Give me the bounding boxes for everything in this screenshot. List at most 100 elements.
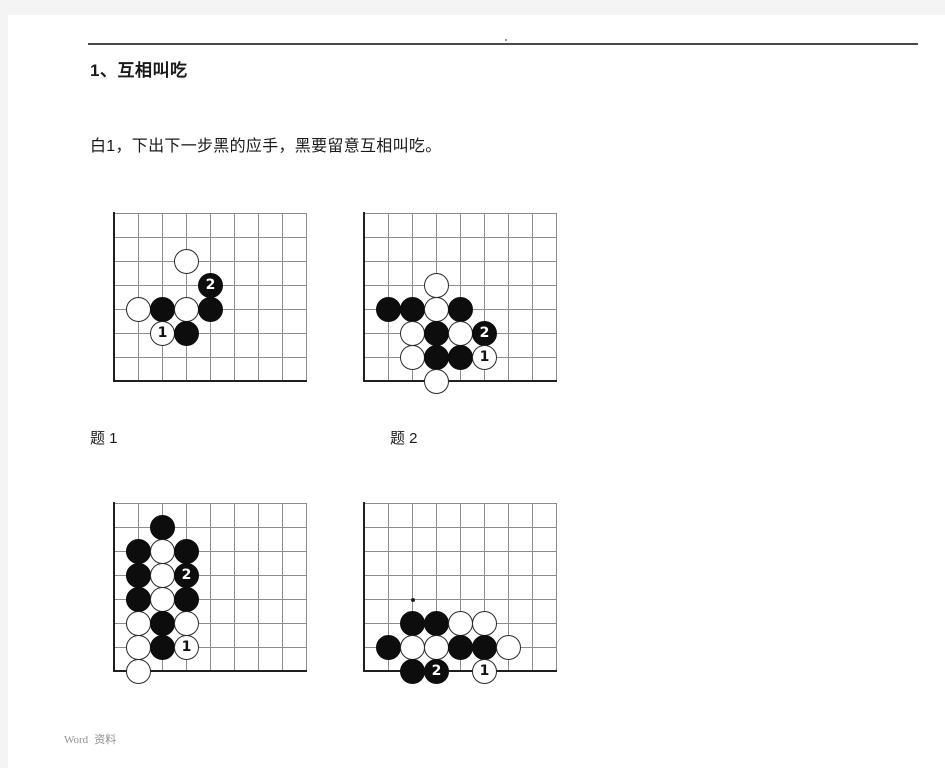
board-edge-left — [363, 212, 365, 382]
go-stone-black — [376, 297, 401, 322]
board-edge-bottom — [363, 670, 557, 672]
go-diagram-problem-3: 21 — [102, 491, 312, 684]
go-stone-black — [150, 635, 175, 660]
grid-line-vertical — [508, 213, 509, 381]
go-stone-white — [496, 635, 521, 660]
go-stone-white — [150, 539, 175, 564]
go-stone-white-move-1: 1 — [174, 635, 199, 660]
grid-line-horizontal — [114, 333, 306, 334]
grid-line-horizontal — [114, 527, 306, 528]
go-stone-black — [376, 635, 401, 660]
go-stone-black — [174, 321, 199, 346]
go-stone-white — [174, 611, 199, 636]
go-stone-black — [174, 587, 199, 612]
caption-2: 题 2 — [390, 430, 418, 447]
go-stone-white — [400, 321, 425, 346]
grid-line-vertical — [556, 213, 557, 381]
footer-label: 资料 — [94, 734, 117, 746]
stone-move-number: 1 — [479, 349, 490, 365]
grid-line-horizontal — [364, 237, 556, 238]
go-stone-white — [174, 297, 199, 322]
problem-description-paragraph: 白1，下出下一步黑的应手，黑要留意互相叫吃。 — [90, 138, 442, 155]
go-stone-black — [150, 611, 175, 636]
grid-line-vertical — [282, 503, 283, 671]
go-stone-black — [126, 563, 151, 588]
stone-move-number: 2 — [431, 663, 442, 679]
go-stone-black — [400, 659, 425, 684]
grid-line-horizontal — [364, 503, 556, 504]
go-stone-black — [424, 321, 449, 346]
go-stone-black-move-2: 2 — [174, 563, 199, 588]
grid-line-vertical — [532, 213, 533, 381]
go-stone-white-move-1: 1 — [472, 659, 497, 684]
go-stone-black-move-2: 2 — [424, 659, 449, 684]
go-stone-white — [174, 249, 199, 274]
grid-line-vertical — [556, 503, 557, 671]
go-stone-black — [400, 611, 425, 636]
stone-move-number: 2 — [479, 325, 490, 341]
go-stone-black — [126, 539, 151, 564]
go-stone-black — [424, 345, 449, 370]
board-edge-bottom — [363, 380, 557, 382]
go-stone-white — [424, 369, 449, 394]
go-stone-white-move-1: 1 — [472, 345, 497, 370]
board-edge-left — [363, 502, 365, 672]
grid-line-vertical — [258, 213, 259, 381]
grid-line-horizontal — [364, 599, 556, 600]
star-point — [410, 597, 415, 602]
grid-line-vertical — [234, 503, 235, 671]
go-stone-black — [472, 635, 497, 660]
go-diagram-problem-4: 21 — [352, 491, 562, 684]
grid-line-vertical — [282, 213, 283, 381]
grid-line-horizontal — [364, 575, 556, 576]
grid-line-horizontal — [114, 261, 306, 262]
go-stone-black-move-2: 2 — [472, 321, 497, 346]
go-stone-white — [400, 345, 425, 370]
stone-move-number: 1 — [479, 663, 490, 679]
go-stone-white — [126, 635, 151, 660]
go-stone-white — [400, 635, 425, 660]
go-stone-white — [448, 611, 473, 636]
grid-line-vertical — [306, 213, 307, 381]
go-stone-black — [400, 297, 425, 322]
stone-move-number: 2 — [205, 277, 216, 293]
grid-line-vertical — [258, 503, 259, 671]
go-stone-white — [126, 659, 151, 684]
go-diagram-problem-2: 21 — [352, 201, 562, 394]
grid-line-horizontal — [364, 527, 556, 528]
go-stone-white — [448, 321, 473, 346]
go-stone-white-move-1: 1 — [150, 321, 175, 346]
page-footer: Word 资料 — [64, 731, 116, 747]
go-stone-white — [126, 297, 151, 322]
go-stone-black — [126, 587, 151, 612]
go-stone-black — [448, 635, 473, 660]
board-edge-left — [113, 212, 115, 382]
go-stone-black — [448, 297, 473, 322]
go-stone-black — [150, 297, 175, 322]
go-stone-white — [424, 273, 449, 298]
board-edge-bottom — [113, 380, 307, 382]
stone-move-number: 1 — [181, 639, 192, 655]
grid-line-horizontal — [364, 261, 556, 262]
go-diagram-problem-1: 21 — [102, 201, 312, 382]
stone-move-number: 1 — [157, 325, 168, 341]
grid-line-horizontal — [364, 551, 556, 552]
go-stone-white — [150, 563, 175, 588]
go-stone-white — [126, 611, 151, 636]
grid-line-horizontal — [364, 213, 556, 214]
header-divider-rule — [88, 43, 918, 45]
go-stone-black — [174, 539, 199, 564]
grid-line-horizontal — [364, 285, 556, 286]
go-stone-black — [150, 515, 175, 540]
grid-line-vertical — [210, 503, 211, 671]
grid-line-horizontal — [114, 237, 306, 238]
go-stone-white — [150, 587, 175, 612]
board-edge-left — [113, 502, 115, 672]
go-stone-white — [424, 635, 449, 660]
grid-line-vertical — [306, 503, 307, 671]
go-stone-black — [198, 297, 223, 322]
go-stone-black — [448, 345, 473, 370]
go-stone-black-move-2: 2 — [198, 273, 223, 298]
grid-line-vertical — [234, 213, 235, 381]
grid-line-horizontal — [114, 357, 306, 358]
